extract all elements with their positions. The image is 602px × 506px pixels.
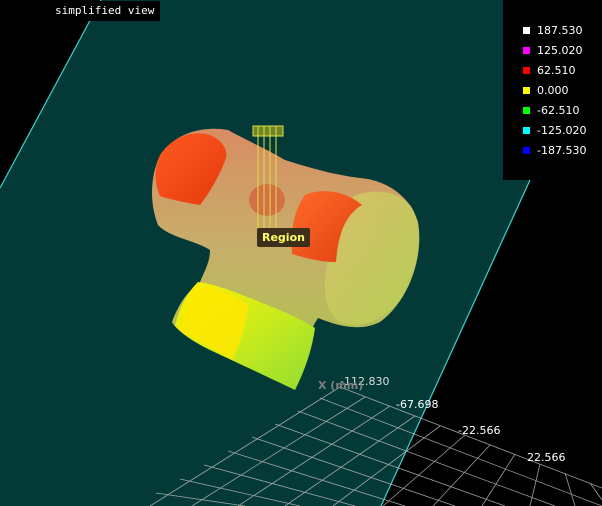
color-scale-legend: 187.530 125.020 62.510 0.000 -62.510 -12… — [503, 0, 602, 180]
axis-tick-label: 22.566 — [527, 451, 566, 464]
legend-value: 62.510 — [537, 63, 576, 77]
legend-swatch — [523, 86, 530, 94]
legend-entry: 62.510 — [523, 62, 576, 78]
view-mode-toggle[interactable]: simplified view — [49, 1, 161, 21]
legend-swatch — [523, 66, 530, 74]
axis-title: X (mm) — [318, 379, 364, 392]
legend-value: 187.530 — [537, 23, 583, 37]
legend-entry: 0.000 — [523, 82, 569, 98]
legend-value: -187.530 — [537, 143, 587, 157]
legend-swatch — [523, 146, 530, 154]
legend-value: 0.000 — [537, 83, 569, 97]
legend-swatch — [523, 106, 530, 114]
axis-tick-label: -67.698 — [396, 398, 439, 411]
legend-swatch — [523, 126, 530, 134]
axis-tick-label: -22.566 — [458, 424, 501, 437]
legend-entry: -62.510 — [523, 102, 579, 118]
region-label[interactable]: Region — [257, 228, 310, 247]
3d-viewport[interactable]: simplified view 187.530 125.020 62.510 0… — [0, 0, 602, 506]
legend-entry: 187.530 — [523, 22, 583, 38]
legend-entry: 125.020 — [523, 42, 583, 58]
legend-value: 125.020 — [537, 43, 583, 57]
legend-entry: -187.530 — [523, 142, 586, 158]
legend-swatch — [523, 26, 530, 34]
legend-value: -62.510 — [537, 103, 580, 117]
legend-entry: -125.020 — [523, 122, 586, 138]
legend-value: -125.020 — [537, 123, 587, 137]
part-top-boss — [249, 184, 285, 216]
legend-swatch — [523, 46, 530, 54]
